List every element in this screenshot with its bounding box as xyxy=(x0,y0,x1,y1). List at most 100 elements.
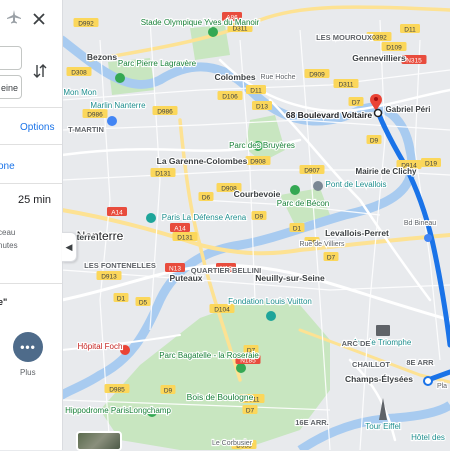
place-label[interactable]: La Garenne-Colombes xyxy=(156,155,249,167)
place-label: Le Corbusier xyxy=(212,440,253,447)
divider xyxy=(0,283,62,284)
road-shield: D109 xyxy=(381,42,407,52)
place-label[interactable]: Gennevilliers xyxy=(351,52,407,64)
svg-text:D9: D9 xyxy=(370,138,379,145)
road-shield: D907 xyxy=(299,165,325,175)
layers-thumbnail[interactable] xyxy=(76,431,122,451)
place-label[interactable]: Mon Mon xyxy=(62,87,98,98)
svg-text:D104: D104 xyxy=(214,307,230,314)
place-label: Rue Hoche xyxy=(260,74,295,81)
place-label[interactable]: Parc Pierre Lagravère xyxy=(117,58,198,69)
park-marker xyxy=(115,73,125,83)
road-shield: D106 xyxy=(217,91,243,101)
place-label[interactable]: Marlin Nanterre xyxy=(89,100,147,111)
svg-text:N13: N13 xyxy=(169,266,181,273)
svg-text:D19: D19 xyxy=(425,161,437,168)
place-label[interactable]: Gabriel Péri xyxy=(384,104,431,115)
road-shield: D7 xyxy=(323,252,339,262)
svg-text:D907: D907 xyxy=(304,168,320,175)
place-label[interactable]: Parc de Bécon xyxy=(276,198,331,209)
flight-mode-icon[interactable] xyxy=(6,9,22,30)
place-label[interactable]: Stade Olympique Yves du Manoir xyxy=(140,17,261,28)
road-shield: D308 xyxy=(66,67,92,77)
road-shield: D986 xyxy=(82,109,108,119)
chevron-left-icon: ◀ xyxy=(65,241,73,252)
road-shield: D9 xyxy=(160,385,176,395)
origin-dot xyxy=(373,108,383,118)
park-marker xyxy=(290,185,300,195)
road-shield: D992 xyxy=(73,18,99,28)
route-duration: 25 min xyxy=(18,194,52,206)
road-shield: N13 xyxy=(165,263,185,273)
travel-mode-label[interactable]: one xyxy=(0,161,15,172)
svg-text:D9: D9 xyxy=(255,214,264,221)
place-label[interactable]: 68 Boulevard Voltaire xyxy=(285,109,374,121)
place-label[interactable]: Pont de Levallois xyxy=(324,179,387,190)
place-label[interactable]: Courbevoie xyxy=(233,188,282,200)
place-label[interactable]: Bezons xyxy=(86,51,119,63)
bridge-marker xyxy=(313,181,323,191)
road-shield: D5 xyxy=(135,297,151,307)
road-shield: D908 xyxy=(245,156,271,166)
divider xyxy=(0,144,62,145)
place-label[interactable]: Hôpital Foch xyxy=(76,341,123,352)
svg-text:D986: D986 xyxy=(87,112,103,119)
divider xyxy=(0,107,62,108)
road-shield: D131 xyxy=(172,232,198,242)
place-label[interactable]: Colombes xyxy=(213,71,257,83)
place-label[interactable]: Bois de Boulogne xyxy=(186,391,255,403)
road-shield: D985 xyxy=(104,384,130,394)
swap-icon[interactable] xyxy=(33,63,47,84)
road-shield: D6 xyxy=(198,192,214,202)
place-label[interactable]: Fondation Louis Vuitton xyxy=(227,296,313,307)
options-button[interactable]: Options xyxy=(20,122,54,133)
map-canvas[interactable]: D992D11A86D311D109D392N315D308D311D909D1… xyxy=(0,0,450,450)
place-label[interactable]: Paris La Défense Arena xyxy=(161,212,248,223)
transit-marker xyxy=(424,234,432,242)
destination-input[interactable]: eine xyxy=(0,75,22,99)
place-label[interactable]: Neuilly-sur-Seine xyxy=(254,272,326,284)
place-label[interactable]: Levallois-Perret xyxy=(324,227,390,239)
svg-text:D131: D131 xyxy=(155,171,171,178)
svg-text:D13: D13 xyxy=(256,104,268,111)
svg-text:D11: D11 xyxy=(404,27,416,34)
place-label[interactable]: Mairie de Clichy xyxy=(354,166,418,177)
place-label[interactable]: Champs-Élysées xyxy=(344,373,415,385)
shop-marker xyxy=(107,116,117,126)
origin-input[interactable] xyxy=(0,46,22,70)
place-label: T-MARTIN xyxy=(68,125,104,134)
stadium-marker xyxy=(208,27,218,37)
svg-text:D985: D985 xyxy=(109,387,125,394)
place-label[interactable]: Parc Bagatelle - la Roseraie xyxy=(158,350,260,361)
place-label: ARC DE xyxy=(342,339,371,348)
more-button[interactable]: ••• xyxy=(13,332,43,362)
collapse-panel-button[interactable]: ◀ xyxy=(62,232,77,262)
svg-text:D9: D9 xyxy=(164,388,173,395)
road-shield: D7 xyxy=(348,97,364,107)
route-detail-line: nutes xyxy=(0,241,18,250)
divider xyxy=(0,183,62,184)
more-label: Plus xyxy=(20,368,36,377)
place-label: Bd Bineau xyxy=(404,220,436,227)
road-shield: D11 xyxy=(400,24,420,34)
close-icon[interactable] xyxy=(33,12,45,30)
place-label: Rue de Villiers xyxy=(299,241,345,248)
svg-text:D308: D308 xyxy=(71,70,87,77)
place-label[interactable]: Tour Eiffel xyxy=(364,421,402,432)
svg-text:D7: D7 xyxy=(352,100,361,107)
place-label: LES MOUROUX xyxy=(316,33,372,42)
road-shield: D913 xyxy=(96,271,122,281)
svg-text:D11: D11 xyxy=(250,88,262,95)
place-label: CHAILLOT xyxy=(352,360,390,369)
svg-text:D5: D5 xyxy=(139,300,148,307)
museum-marker xyxy=(266,311,276,321)
svg-text:D7: D7 xyxy=(246,408,255,415)
place-label[interactable]: Parc des Bruyères xyxy=(228,140,296,151)
svg-text:D311: D311 xyxy=(338,82,353,89)
svg-text:D1: D1 xyxy=(293,226,302,233)
place-label[interactable]: Hippodrome ParisLongchamp xyxy=(64,405,173,416)
place-label[interactable]: Puteaux xyxy=(168,272,204,284)
svg-text:A14: A14 xyxy=(174,226,186,233)
place-label[interactable]: Hôtel des xyxy=(410,432,446,443)
svg-text:D106: D106 xyxy=(222,94,238,101)
